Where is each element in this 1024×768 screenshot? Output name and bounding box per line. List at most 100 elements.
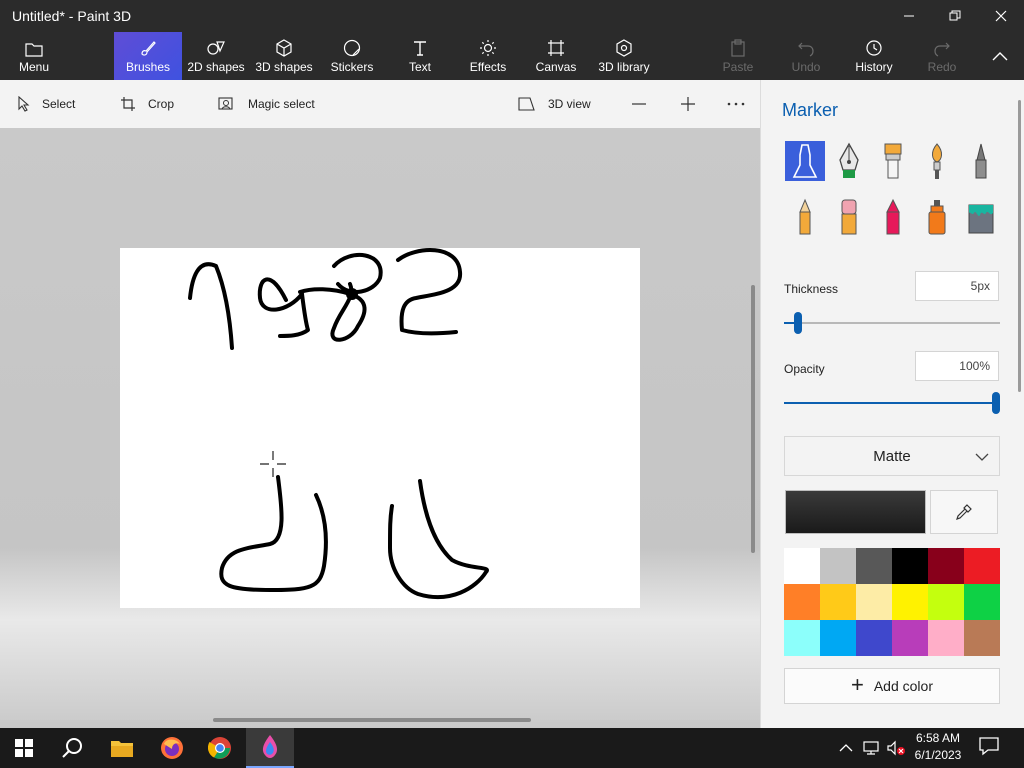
undo-label: Undo (791, 60, 821, 74)
chrome-taskbar-button[interactable] (196, 728, 244, 768)
plus-icon: + (850, 671, 864, 697)
spray-can-button[interactable] (917, 197, 957, 237)
notification-icon (979, 737, 999, 756)
history-button[interactable]: History (850, 32, 898, 80)
color-swatch[interactable] (820, 584, 856, 620)
opacity-slider-thumb[interactable] (992, 392, 1000, 414)
tab-text[interactable]: Text (396, 32, 444, 80)
pencil-icon (799, 198, 811, 235)
crayon-button[interactable] (873, 197, 913, 237)
undo-button[interactable]: Undo (784, 32, 828, 80)
magic-select-button[interactable]: Magic select (218, 80, 315, 128)
color-swatch[interactable] (784, 548, 820, 584)
restore-button[interactable] (932, 0, 978, 32)
watercolor-brush-button[interactable] (917, 141, 957, 181)
color-swatch[interactable] (892, 584, 928, 620)
canvas-icon (548, 40, 564, 56)
tab-3d-shapes[interactable]: 3D shapes (252, 32, 316, 80)
tab-brushes[interactable]: Brushes (114, 32, 182, 80)
tab-3d-library-label: 3D library (598, 60, 650, 74)
add-color-button[interactable]: + Add color (784, 668, 1000, 704)
volume-button[interactable] (886, 740, 906, 756)
start-button[interactable] (0, 728, 48, 768)
calligraphy-pen-icon (839, 142, 859, 178)
crop-icon (121, 97, 135, 111)
color-swatch[interactable] (784, 584, 820, 620)
thickness-slider-track[interactable] (784, 322, 1000, 324)
firefox-taskbar-button[interactable] (148, 728, 196, 768)
color-swatch[interactable] (928, 548, 964, 584)
history-icon (866, 40, 882, 56)
select-button[interactable]: Select (18, 80, 75, 128)
paste-button[interactable]: Paste (716, 32, 760, 80)
pencil-button[interactable] (785, 197, 825, 237)
color-swatch[interactable] (856, 584, 892, 620)
3d-view-button[interactable]: 3D view (518, 80, 591, 128)
color-swatch[interactable] (856, 620, 892, 656)
minus-icon (632, 103, 646, 105)
vertical-scrollbar[interactable] (751, 285, 755, 553)
color-swatch[interactable] (928, 584, 964, 620)
opacity-input[interactable]: 100% (915, 351, 999, 381)
file-explorer-taskbar-button[interactable] (98, 728, 146, 768)
fill-bucket-icon (968, 204, 994, 234)
menu-button[interactable]: Menu (6, 32, 62, 80)
color-swatch[interactable] (964, 620, 1000, 656)
close-button[interactable] (978, 0, 1024, 32)
restore-icon (949, 10, 961, 21)
volume-muted-icon (887, 740, 905, 756)
color-swatch[interactable] (964, 584, 1000, 620)
color-swatch[interactable] (820, 620, 856, 656)
network-button[interactable] (862, 740, 880, 756)
color-palette (784, 548, 1000, 656)
paint-3d-taskbar-button[interactable] (246, 728, 294, 768)
notifications-button[interactable] (978, 736, 1004, 760)
color-swatch[interactable] (892, 620, 928, 656)
horizontal-scrollbar[interactable] (213, 718, 531, 722)
eyedropper-button[interactable] (930, 490, 998, 534)
drawing-canvas[interactable] (120, 248, 640, 608)
color-swatch[interactable] (892, 548, 928, 584)
tab-2d-shapes[interactable]: 2D shapes (184, 32, 248, 80)
tab-canvas[interactable]: Canvas (532, 32, 580, 80)
eraser-button[interactable] (829, 197, 869, 237)
redo-label: Redo (927, 60, 957, 74)
tab-text-label: Text (408, 60, 431, 74)
tab-3d-library[interactable]: 3D library (594, 32, 654, 80)
color-swatch[interactable] (784, 620, 820, 656)
thickness-label: Thickness (784, 282, 839, 296)
pixel-pen-button[interactable] (961, 141, 1001, 181)
calligraphy-pen-button[interactable] (829, 141, 869, 181)
magic-select-icon (218, 97, 233, 110)
minimize-button[interactable] (886, 0, 932, 32)
more-options-button[interactable] (726, 95, 746, 113)
search-button[interactable] (48, 728, 96, 768)
redo-button[interactable]: Redo (920, 32, 964, 80)
zoom-out-button[interactable] (630, 95, 648, 113)
tab-stickers[interactable]: Stickers (324, 32, 380, 80)
current-color-swatch[interactable] (785, 490, 926, 534)
tab-2d-shapes-label: 2D shapes (187, 60, 245, 74)
crop-button[interactable]: Crop (120, 80, 174, 128)
color-swatch[interactable] (928, 620, 964, 656)
color-swatch[interactable] (856, 548, 892, 584)
collapse-ribbon-button[interactable] (980, 44, 1020, 68)
zoom-in-button[interactable] (679, 95, 697, 113)
color-swatch[interactable] (820, 548, 856, 584)
redo-icon (934, 42, 950, 57)
tab-effects[interactable]: Effects (464, 32, 512, 80)
panel-scrollbar[interactable] (1018, 100, 1021, 392)
show-hidden-icons-button[interactable] (838, 740, 854, 756)
thickness-slider-thumb[interactable] (794, 312, 803, 334)
pixel-pen-icon (975, 143, 987, 179)
ellipsis-icon (727, 102, 745, 106)
thickness-input[interactable]: 5px (915, 271, 999, 301)
paint-3d-icon (262, 735, 278, 758)
clock[interactable]: 6:58 AM 6/1/2023 (908, 731, 968, 762)
firefox-icon (161, 737, 183, 759)
finish-dropdown[interactable]: Matte (784, 436, 1000, 476)
marker-brush-button[interactable] (785, 141, 825, 181)
color-swatch[interactable] (964, 548, 1000, 584)
oil-brush-button[interactable] (873, 141, 913, 181)
fill-bucket-button[interactable] (961, 197, 1001, 237)
